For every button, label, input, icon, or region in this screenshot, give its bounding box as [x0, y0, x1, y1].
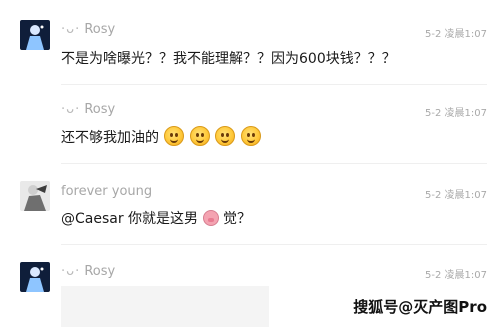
- divider: [61, 84, 487, 85]
- message-text: @Caesar 你就是这男 觉？: [61, 208, 251, 228]
- sender-name-text: Rosy: [84, 22, 116, 37]
- divider: [61, 163, 487, 164]
- smile-emoji-icon: [240, 126, 261, 146]
- divider: [61, 244, 487, 245]
- message-text-after: 觉？: [222, 211, 251, 227]
- pig-emoji-icon: [202, 210, 219, 226]
- forever-young-avatar[interactable]: [20, 181, 50, 211]
- name-prefix: ·ᴗ·: [61, 264, 81, 279]
- sender-name-text: Rosy: [84, 102, 116, 117]
- timestamp: 5-2 凌晨1:07: [425, 270, 487, 281]
- timestamp: 5-2 凌晨1:07: [425, 190, 487, 201]
- sender-name-text: Rosy: [84, 264, 116, 279]
- timestamp: 5-2 凌晨1:07: [425, 29, 487, 40]
- sender-name: ·ᴗ· Rosy: [61, 22, 115, 37]
- name-prefix: ·ᴗ·: [61, 22, 81, 37]
- watermark: 搜狐号@灭产图Pro: [353, 298, 487, 316]
- rosy-avatar[interactable]: [20, 262, 50, 292]
- sender-name: forever young: [61, 184, 153, 199]
- name-prefix: ·ᴗ·: [61, 102, 81, 117]
- rosy-avatar[interactable]: [20, 20, 50, 50]
- message-text: 还不够我加油的: [61, 126, 261, 147]
- message-text-content: 还不够我加油的: [61, 130, 159, 146]
- sender-name: ·ᴗ· Rosy: [61, 102, 115, 117]
- smile-emoji-icon: [189, 126, 210, 146]
- message-text-before: @Caesar 你就是这男: [61, 211, 199, 227]
- smile-emoji-icon: [164, 126, 185, 146]
- image-placeholder[interactable]: [61, 286, 269, 327]
- timestamp: 5-2 凌晨1:07: [425, 108, 487, 119]
- message-text: 不是为啥曝光？？我不能理解？？因为600块钱？？？: [61, 51, 396, 67]
- smile-emoji-icon: [215, 126, 236, 146]
- sender-name: ·ᴗ· Rosy: [61, 264, 115, 279]
